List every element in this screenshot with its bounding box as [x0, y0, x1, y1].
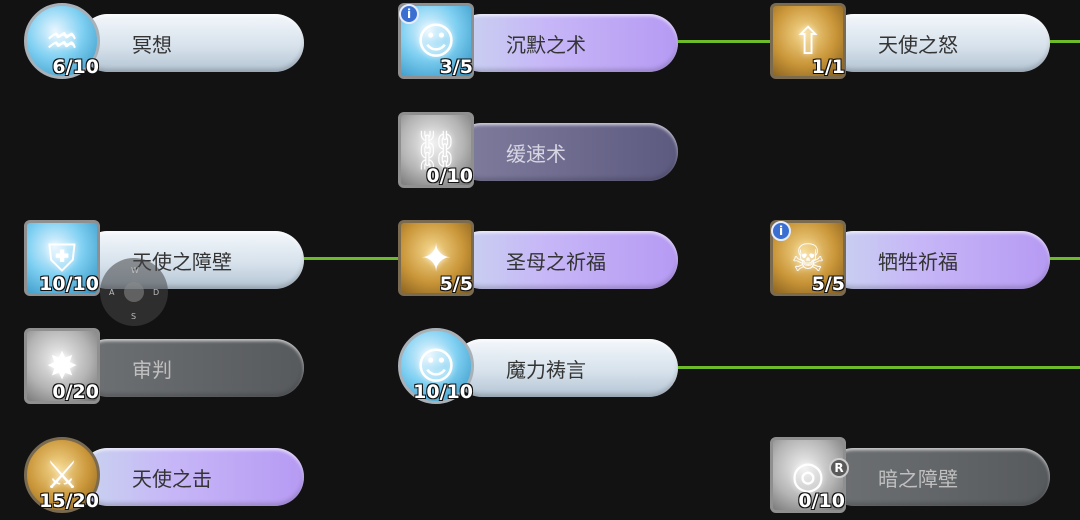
skill-level: 0/10 [426, 165, 473, 187]
skill-name: 暗之障壁 [825, 448, 1050, 506]
mute-face-icon: ☺ [416, 19, 456, 63]
light-burst-icon: ✸ [46, 344, 78, 388]
skill-level: 6/10 [52, 56, 99, 78]
virtual-joystick[interactable]: W A D S [100, 258, 168, 326]
slow-icon[interactable]: ⛓ 0/10 [398, 112, 474, 188]
joystick-knob[interactable] [124, 282, 144, 302]
joystick-key-a: A [109, 288, 115, 297]
skill-angel-wrath[interactable]: 天使之怒 ⇧ 1/1 [770, 3, 1050, 83]
skill-meditation[interactable]: 冥想 ♒ 6/10 [24, 3, 304, 83]
dark-barrier-icon[interactable]: ◎ R 0/10 [770, 437, 849, 513]
skill-slow[interactable]: 缓速术 ⛓ 0/10 [398, 112, 678, 192]
chain-boot-icon: ⛓ [411, 128, 461, 172]
skill-name: 冥想 [79, 14, 304, 72]
shield-icon: ⛨ [47, 236, 77, 280]
skill-magic-prayer[interactable]: 魔力祷言 ☺ 10/10 [398, 328, 678, 408]
skill-level: 1/1 [811, 56, 845, 78]
angel-strike-icon[interactable]: ⚔ 15/20 [24, 437, 100, 513]
skill-level: 10/10 [413, 381, 473, 403]
joystick-key-d: D [153, 288, 160, 297]
skill-holy-mother[interactable]: 圣母之祈福 ✦ 5/5 [398, 220, 678, 300]
sword-icon: ⚔ [44, 453, 80, 497]
connector-barrier-holymother [304, 257, 398, 260]
praying-figure-icon: ✦ [420, 236, 452, 280]
connector-wrath-offscreen [1050, 40, 1080, 43]
skill-level: 0/20 [52, 381, 99, 403]
magic-prayer-icon[interactable]: ☺ 10/10 [398, 328, 474, 404]
r-badge-icon[interactable]: R [829, 458, 849, 478]
skill-name: 天使之怒 [825, 14, 1050, 72]
skill-name: 沉默之术 [453, 14, 678, 72]
skill-judgment[interactable]: 审判 ✸ 0/20 [24, 328, 304, 408]
angel-barrier-icon[interactable]: ⛨ 10/10 [24, 220, 100, 296]
skill-sacrifice[interactable]: 牺牲祈福 ☠ i 5/5 [770, 220, 1050, 300]
skill-level: 3/5 [439, 56, 473, 78]
judgment-icon[interactable]: ✸ 0/20 [24, 328, 100, 404]
skill-name: 牺牲祈福 [825, 231, 1050, 289]
skill-level: 5/5 [439, 273, 473, 295]
skill-level: 5/5 [811, 273, 845, 295]
skill-name: 圣母之祈福 [453, 231, 678, 289]
skill-name: 缓速术 [453, 123, 678, 181]
sacrifice-icon[interactable]: ☠ i 5/5 [770, 220, 846, 296]
connector-prayer-offscreen [678, 366, 1080, 369]
skill-name: 审判 [79, 339, 304, 397]
connector-sacrifice-offscreen [1050, 257, 1080, 260]
holy-mother-icon[interactable]: ✦ 5/5 [398, 220, 474, 296]
skill-name: 天使之击 [79, 448, 304, 506]
connector-silence-wrath [678, 40, 774, 43]
praying-spirit-icon: ☺ [416, 344, 456, 388]
skill-name: 魔力祷言 [453, 339, 678, 397]
skill-level: 10/10 [39, 273, 99, 295]
meditation-icon[interactable]: ♒ 6/10 [24, 3, 100, 79]
skill-silence[interactable]: 沉默之术 ☺ i 3/5 [398, 3, 678, 83]
joystick-key-w: W [131, 266, 139, 275]
silence-icon[interactable]: ☺ i 3/5 [398, 3, 474, 79]
info-badge-icon[interactable]: i [399, 4, 419, 24]
angel-wrath-icon[interactable]: ⇧ 1/1 [770, 3, 846, 79]
skill-dark-barrier[interactable]: 暗之障壁 ◎ R 0/10 [770, 437, 1050, 517]
arrow-up-icon: ⇧ [792, 19, 824, 63]
joystick-key-s: S [131, 312, 137, 321]
person-icon: ♒ [44, 19, 80, 63]
info-badge-icon[interactable]: i [771, 221, 791, 241]
skill-angel-strike[interactable]: 天使之击 ⚔ 15/20 [24, 437, 304, 517]
skill-level: 15/20 [39, 490, 99, 512]
ring-shield-icon: ◎ [791, 453, 825, 497]
winged-skull-icon: ☠ [790, 236, 826, 280]
skill-level: 0/10 [798, 490, 845, 512]
